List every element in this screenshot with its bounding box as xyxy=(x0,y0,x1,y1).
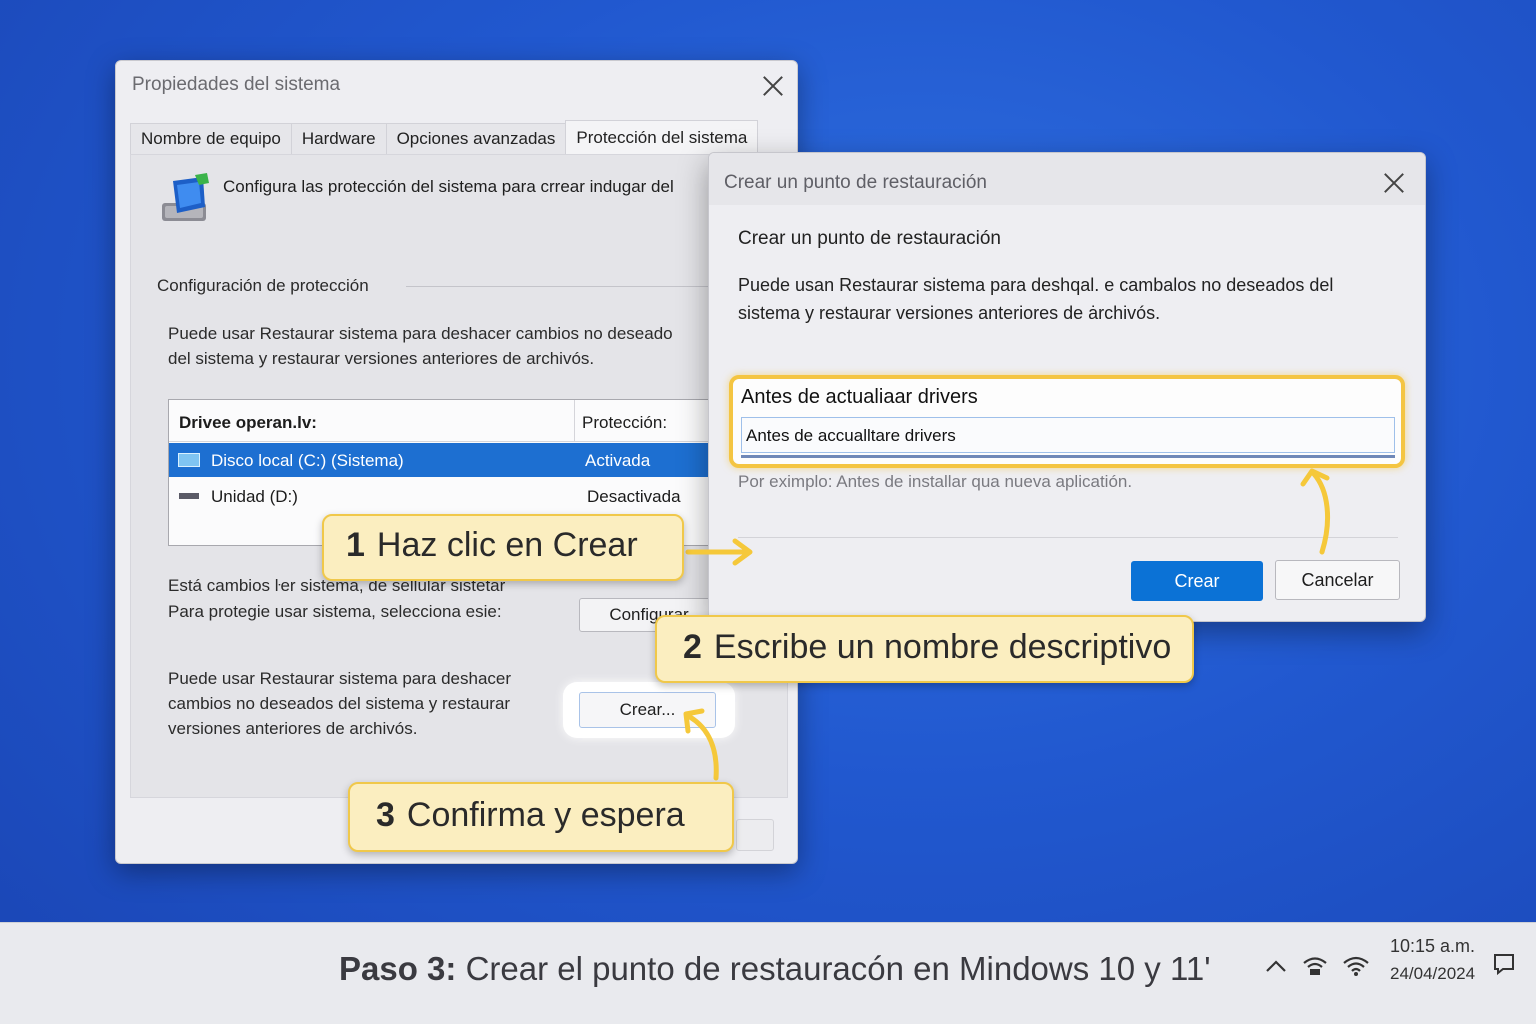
protection-settings-title: Configuración de protección xyxy=(157,276,369,295)
tab-hardware[interactable]: Hardware xyxy=(290,123,387,155)
column-header-drives: Drivee operan.lv: xyxy=(179,413,317,432)
drive-protection: Activada xyxy=(585,451,651,470)
drive-name: Disco local (C:) (Sistema) xyxy=(211,451,404,470)
table-row[interactable]: Disco local (C:) (Sistema) Activada xyxy=(169,443,727,477)
network-icon[interactable] xyxy=(1302,955,1328,977)
dialog-description: Puede usan Restaurar sistema para deshqa… xyxy=(738,275,1334,323)
restore-name-input[interactable]: Antes de accualltare drivers xyxy=(741,417,1395,453)
table-header: Drivee operan.lv: Protección: xyxy=(169,400,727,442)
restore-name-value: Antes de accualltare drivers xyxy=(746,426,956,445)
input-hint: Por eximplo: Antes de installar qua nuev… xyxy=(738,472,1133,491)
callout-number: 2 xyxy=(683,628,702,666)
create-description-line-3: versiones anteriores de archivós. xyxy=(168,719,418,738)
clock-time[interactable]: 10:15 a.m. xyxy=(1390,936,1475,957)
wifi-icon[interactable] xyxy=(1342,955,1370,977)
ok-button-stub[interactable] xyxy=(736,819,774,851)
create-confirm-button[interactable]: Crear xyxy=(1131,561,1263,601)
create-description: Puede usar Restaurar sistema para deshac… xyxy=(168,669,512,688)
input-underline xyxy=(741,455,1395,458)
callout-text: Escribe un nombre descriptivo xyxy=(713,628,1172,666)
window-title: Propiedades del sistema xyxy=(132,74,341,95)
close-icon[interactable] xyxy=(1383,172,1405,194)
system-protection-icon xyxy=(162,173,209,221)
caption-step: Paso 3: xyxy=(339,950,457,987)
restore-description: Puede usar Restaurar sistema para deshac… xyxy=(168,324,673,343)
tab-advanced[interactable]: Opciones avanzadas xyxy=(385,123,567,155)
dialog-heading: Crear un punto de restauración xyxy=(738,228,1001,249)
caption-text: Crear el punto de restauracón en Mindows… xyxy=(465,950,1211,987)
step-caption: Paso 3: Crear el punto de restauracón en… xyxy=(339,950,1211,988)
callout-text: Confirma y espera xyxy=(406,796,685,834)
system-properties-window: Propiedades del sistema Nombre de equipo… xyxy=(115,60,798,864)
clock-date[interactable]: 24/04/2024 xyxy=(1390,964,1475,984)
table-row[interactable]: Unidad (D:) Desactivada xyxy=(169,479,727,513)
callout-number: 3 xyxy=(376,796,395,834)
callout-step-2: 2 Escribe un nombre descriptivo xyxy=(655,615,1194,683)
close-icon[interactable] xyxy=(762,75,784,97)
callout-text: Haz clic en Crear xyxy=(376,526,638,564)
callout-number: 1 xyxy=(346,526,365,564)
create-restore-point-dialog: Crear un punto de restauración Crear un … xyxy=(708,152,1426,622)
column-separator xyxy=(574,400,575,442)
drive-icon xyxy=(178,453,200,467)
dialog-titlebar: Crear un punto de restauración xyxy=(709,153,1425,205)
restore-description-line-2: del sistema y restaurar versiones anteri… xyxy=(168,349,595,368)
create-description-line-2: cambios no deseados del sistema y restau… xyxy=(168,694,511,713)
column-header-protection: Protección: xyxy=(582,413,668,432)
dialog-divider xyxy=(738,537,1398,538)
cancel-button[interactable]: Cancelar xyxy=(1275,560,1400,600)
configure-description-line-2: Para protegie usar sistema, selecciona e… xyxy=(168,602,502,621)
taskbar: Paso 3: Crear el punto de restauracón en… xyxy=(0,922,1536,1024)
callout-step-1: 1 Haz clic en Crear xyxy=(322,514,684,581)
tab-system-protection[interactable]: Protección del sistema xyxy=(565,120,759,154)
chevron-up-icon[interactable] xyxy=(1265,958,1287,974)
drive-protection: Desactivada xyxy=(587,487,681,506)
tab-computer-name[interactable]: Nombre de equipo xyxy=(130,123,292,155)
drive-name: Unidad (D:) xyxy=(211,487,298,506)
restore-name-suggestion: Antes de actualiaar drivers xyxy=(741,386,978,408)
tab-bar: Nombre de equipo Hardware Opciones avanz… xyxy=(130,120,759,155)
intro-text: Configura las protección del sistema par… xyxy=(223,177,674,196)
dialog-title: Crear un punto de restauración xyxy=(724,172,987,193)
notification-icon[interactable] xyxy=(1493,953,1515,975)
restore-name-input-group: Antes de actualiaar drivers Antes de acc… xyxy=(729,375,1405,468)
callout-step-3: 3 Confirma y espera xyxy=(348,782,734,852)
create-button[interactable]: Crear... xyxy=(579,692,716,728)
drive-icon xyxy=(179,493,199,499)
